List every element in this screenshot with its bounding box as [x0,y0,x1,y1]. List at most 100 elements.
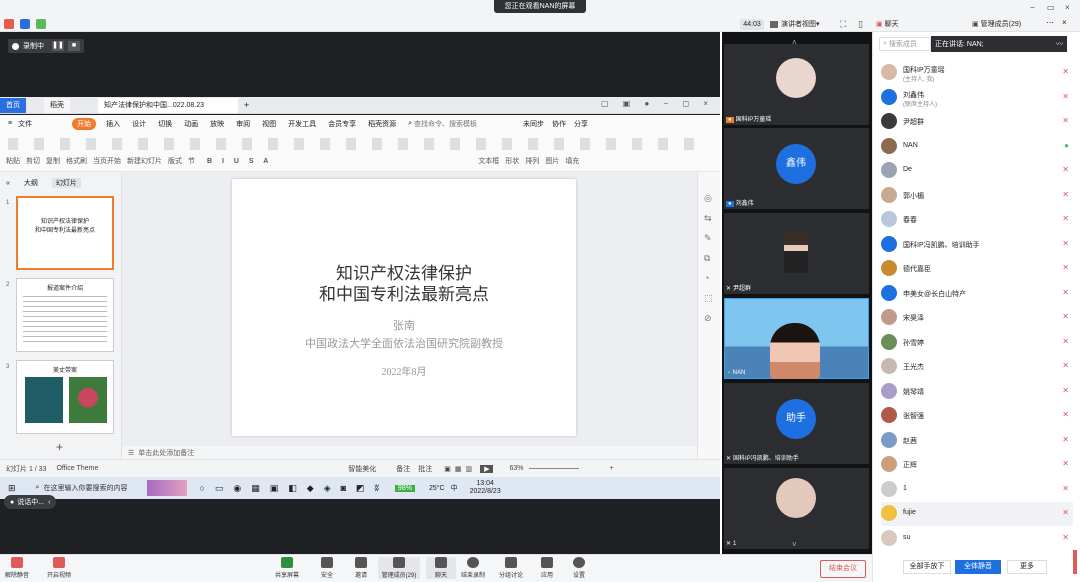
collab-button[interactable]: 协作 [552,119,566,129]
stop-record-icon[interactable]: ■ [68,41,80,51]
menu-dev[interactable]: 开发工具 [288,119,316,129]
member-row[interactable]: 张智强 ✕ [881,404,1073,428]
mic-muted-icon[interactable]: ✕ [1062,214,1069,223]
mic-muted-icon[interactable]: ✕ [1062,165,1069,174]
copy-button[interactable]: 复制 [46,156,60,166]
slide-thumbnail-2[interactable]: 报道案件介绍 [16,278,114,352]
mic-active-icon[interactable]: ● [1064,141,1069,150]
member-row[interactable]: 1 ✕ [881,478,1073,502]
slide-thumbnail-1[interactable]: 知识产权法律保护 和中国专利法最新亮点 [16,196,114,270]
tab-slides[interactable]: 幻灯片 [51,178,81,188]
member-row[interactable]: 国科IP万童瑶 (主持人, 我) ✕ [881,61,1073,85]
end-meeting-button[interactable]: 结束会议 [820,560,866,578]
mic-muted-icon[interactable]: ✕ [1062,67,1069,76]
sidebar-toggle-icon[interactable]: ▯ [858,19,863,30]
format-painter-button[interactable]: 格式刷 [66,156,87,166]
video-tile-3[interactable]: ✕ 尹超群 [724,213,869,294]
taskbar-app-icons[interactable]: ○▭◉▦▣◧◆◈◙◩ʬ [199,483,388,494]
chat-button[interactable]: 聊天 [426,557,456,579]
security-shield-icon[interactable] [20,19,30,29]
close-panel-icon[interactable]: × [1062,18,1067,27]
window-controls[interactable]: ▢ ▣ ● − ◻ × [601,99,714,108]
video-tile-4[interactable]: ● NAN [724,298,869,379]
mic-muted-icon[interactable]: ✕ [1062,92,1069,101]
mic-muted-icon[interactable]: ✕ [1062,508,1069,517]
share-screen-button[interactable]: 共享屏幕 [272,557,302,579]
tray-language[interactable]: 中 [451,483,458,493]
close-window-icon[interactable]: × [1065,3,1070,12]
members-tab[interactable]: ▣ 管理成员(29) [972,19,1021,29]
command-search[interactable]: 查找命令、搜索模板 [414,119,477,129]
member-row[interactable]: 郭小楣 ✕ [881,184,1073,208]
member-row[interactable]: 尹超群 ✕ [881,110,1073,134]
mic-muted-icon[interactable]: ✕ [1062,288,1069,297]
add-slide-icon[interactable]: + [56,440,63,454]
mic-muted-icon[interactable]: ✕ [1062,312,1069,321]
member-row[interactable]: 国科IP冯凯鹏、培训助手 ✕ [881,233,1073,257]
member-row[interactable]: 申美女@长白山特产 ✕ [881,282,1073,306]
tab-outline[interactable]: 大纲 [24,178,38,188]
mic-muted-icon[interactable]: ✕ [1062,533,1069,542]
menu-icon[interactable]: ≡ [8,120,12,127]
notes-bar[interactable]: ☰ 单击此处添加备注 [122,446,697,459]
member-row[interactable]: De ✕ [881,159,1073,183]
fullscreen-icon[interactable]: ⛶ [840,19,846,30]
menu-vip[interactable]: 会员专享 [328,119,356,129]
member-row[interactable]: 王光杰 ✕ [881,355,1073,379]
more-icon[interactable]: ⋯ [1046,18,1054,27]
menu-review[interactable]: 审阅 [236,119,250,129]
menu-file[interactable]: 文件 [18,119,32,129]
video-tile-1[interactable]: ● 国科IP万童瑶 [724,44,869,125]
breakout-rooms-button[interactable]: 分组讨论 [496,557,526,579]
windows-start-icon[interactable]: ⊞ [8,483,16,494]
fill-button[interactable]: 填充 [565,156,579,166]
menu-docer[interactable]: 稻壳资源 [368,119,396,129]
view-mode-button[interactable]: 演讲者视图 ▾ [770,19,820,29]
manage-members-button[interactable]: 管理成员(29) [378,557,420,579]
video-tile-5[interactable]: 助手 ✕ 国科IP冯凯鹏、培训助手 [724,383,869,464]
tab-docer[interactable]: 稻壳 [44,97,70,113]
slide-thumbnail-3[interactable]: 美丈带案 [16,360,114,434]
tab-home[interactable]: 首页 [0,97,26,113]
member-row[interactable]: fujie ✕ [881,502,1073,526]
menu-slideshow[interactable]: 放映 [210,119,224,129]
collapse-pane-icon[interactable]: « [6,180,10,187]
menu-view[interactable]: 视图 [262,119,276,129]
section-button[interactable]: 节 [188,156,195,166]
right-toolbar-icons[interactable]: ◎ ⇆ ✎ ⧉ ◔ ⬚ ⊘ [704,188,720,328]
view-buttons[interactable]: ▣▦▥ [444,465,476,473]
meeting-info-icon[interactable] [4,19,14,29]
end-recording-button[interactable]: 结束录制 [458,557,488,579]
lower-all-hands-button[interactable]: 全部手放下 [903,560,951,574]
pause-record-icon[interactable]: ❚❚ [52,41,64,51]
mic-muted-icon[interactable]: ✕ [1062,435,1069,444]
mic-muted-icon[interactable]: ✕ [1062,361,1069,370]
font-format-icons[interactable]: B I U S A [207,158,272,165]
more-options-button[interactable]: 更多 [1007,560,1047,574]
play-slideshow-icon[interactable]: ▶ [480,464,494,473]
mic-muted-icon[interactable]: ✕ [1062,263,1069,272]
member-row[interactable]: 正辉 ✕ [881,453,1073,477]
picture-button[interactable]: 图片 [545,156,559,166]
paste-button[interactable]: 粘贴 [6,156,20,166]
menu-transition[interactable]: 切换 [158,119,172,129]
from-current-button[interactable]: 当页开始 [93,156,121,166]
mic-muted-icon[interactable]: ✕ [1062,239,1069,248]
member-row[interactable]: 刘鑫伟 (联席主持人) ✕ [881,86,1073,110]
ribbon-icons[interactable] [8,138,708,150]
taskbar-search[interactable]: 在这里输入你要搜索的内容 [43,483,127,493]
member-row[interactable]: 孙雪婷 ✕ [881,331,1073,355]
textbox-button[interactable]: 文本框 [478,156,499,166]
mute-all-button[interactable]: 全体静音 [955,560,1001,574]
new-tab-icon[interactable]: + [238,98,255,113]
member-row[interactable]: 德代嘉臣 ✕ [881,257,1073,281]
member-row[interactable]: 姚琴靖 ✕ [881,380,1073,404]
new-slide-button[interactable]: 新建幻灯片 [127,156,162,166]
zoom-in-icon[interactable]: + [609,465,613,472]
sync-status[interactable]: 未同步 [523,119,544,129]
mic-muted-icon[interactable]: ✕ [1062,386,1069,395]
chat-tab[interactable]: ▣ 聊天 [876,19,899,29]
tab-document[interactable]: 知产法律保护和中国...022.08.23 [98,97,238,113]
comment-button[interactable]: 批注 [418,464,432,474]
video-tile-2[interactable]: 鑫伟 ● 刘鑫伟 [724,128,869,209]
